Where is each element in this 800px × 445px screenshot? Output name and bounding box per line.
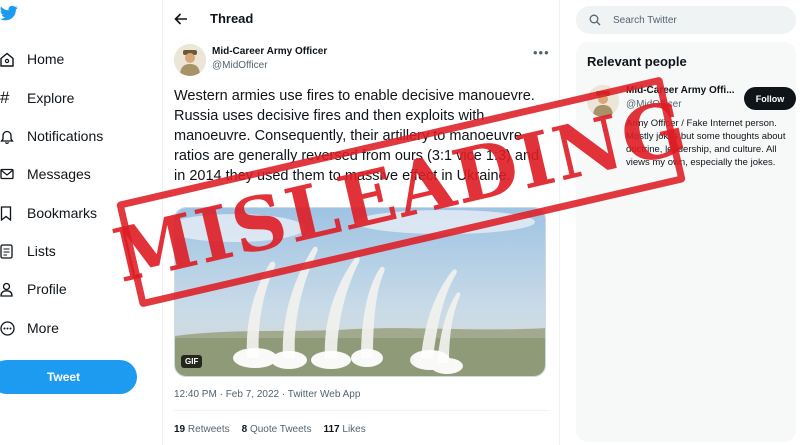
divider (174, 410, 550, 411)
retweets-count: 19 (174, 424, 186, 435)
author-name[interactable]: Mid-Career Army Officer (212, 46, 327, 57)
tweet-timestamp[interactable]: 12:40 PM · Feb 7, 2022 · Twitter Web App (174, 389, 360, 400)
nav-label: Explore (27, 90, 75, 106)
quote-tweets-count: 8 (241, 424, 248, 435)
page-title: Thread (210, 11, 254, 26)
bell-icon (0, 127, 16, 145)
tweet-stats: 19 Retweets 8 Quote Tweets 117 Likes (174, 424, 366, 435)
retweets-stat[interactable]: 19 Retweets (174, 424, 230, 435)
nav-item-home[interactable]: Home (0, 45, 64, 73)
nav-item-bookmarks[interactable]: Bookmarks (0, 199, 97, 227)
person-icon (0, 280, 16, 298)
hashtag-icon: # (0, 88, 10, 107)
nav-item-messages[interactable]: Messages (0, 160, 91, 188)
nav-item-profile[interactable]: Profile (0, 275, 67, 303)
nav-item-more[interactable]: More (0, 314, 59, 342)
bookmark-icon (0, 204, 16, 222)
twitter-bird-icon[interactable] (0, 4, 18, 22)
likes-label: Likes (342, 424, 366, 435)
nav-label: More (27, 320, 59, 336)
likes-count: 117 (323, 424, 340, 435)
back-arrow-icon[interactable] (173, 11, 189, 27)
nav-item-notifications[interactable]: Notifications (0, 122, 103, 150)
more-circle-icon (0, 319, 16, 337)
home-icon (0, 50, 16, 68)
follow-button[interactable]: Follow (744, 87, 796, 110)
list-icon (0, 242, 16, 260)
search-input[interactable] (613, 14, 773, 26)
tweet-button[interactable]: Tweet (0, 360, 137, 394)
avatar[interactable] (174, 44, 206, 76)
nav-item-lists[interactable]: Lists (0, 237, 56, 265)
nav-label: Bookmarks (27, 205, 98, 221)
panel-title: Relevant people (587, 54, 687, 69)
envelope-icon (0, 165, 16, 183)
nav-label: Profile (27, 281, 67, 297)
retweets-label: Retweets (187, 424, 230, 435)
nav-item-explore[interactable]: # Explore (0, 84, 74, 112)
nav-label: Lists (27, 243, 56, 259)
search-bar[interactable] (576, 6, 796, 34)
nav-label: Home (27, 51, 65, 67)
nav-label: Messages (27, 166, 91, 182)
gif-badge: GIF (181, 355, 203, 368)
author-handle: @MidOfficer (212, 60, 268, 71)
nav-label: Notifications (27, 128, 104, 144)
quote-tweets-label: Quote Tweets (249, 424, 312, 435)
more-options-icon[interactable]: ••• (533, 45, 550, 60)
quote-tweets-stat[interactable]: 8 Quote Tweets (242, 424, 312, 435)
likes-stat[interactable]: 117 Likes (323, 424, 365, 435)
search-icon (589, 14, 601, 26)
